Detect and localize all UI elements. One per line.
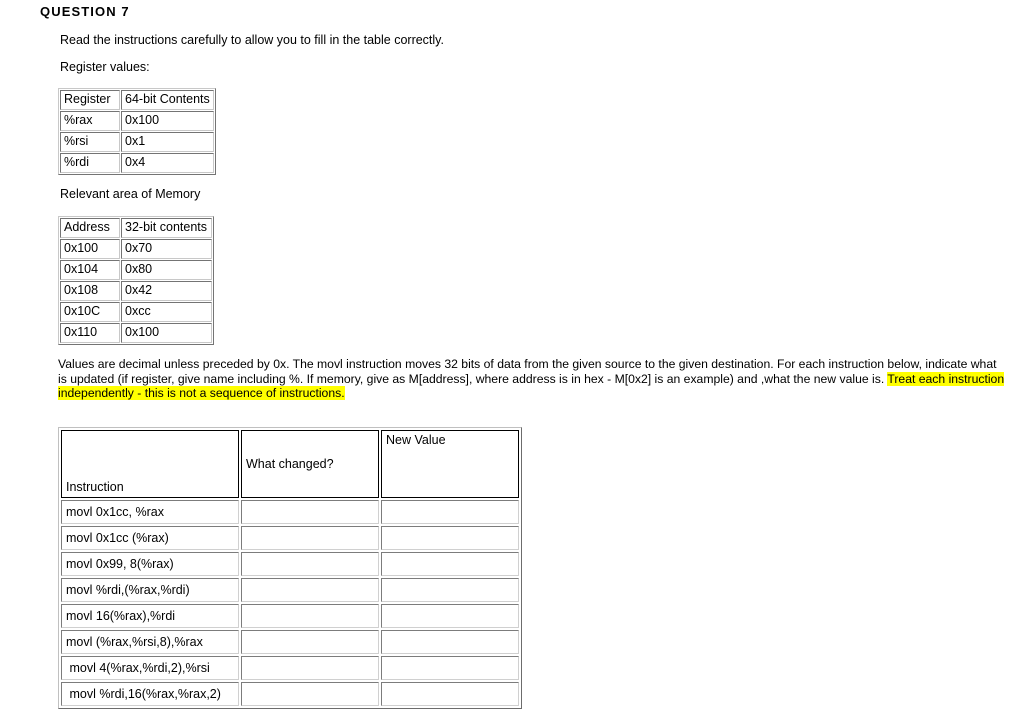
instruction-cell: movl 0x1cc (%rax) bbox=[61, 526, 239, 550]
register-values-table: Register 64-bit Contents %rax 0x100 %rsi… bbox=[58, 88, 216, 175]
new-value-cell[interactable] bbox=[381, 500, 519, 524]
register-values-label: Register values: bbox=[60, 60, 150, 74]
table-row: movl 4(%rax,%rdi,2),%rsi bbox=[61, 656, 519, 680]
register-value: 0x100 bbox=[121, 111, 214, 131]
instruction-cell: movl (%rax,%rsi,8),%rax bbox=[61, 630, 239, 654]
register-name: %rsi bbox=[60, 132, 120, 152]
what-changed-cell[interactable] bbox=[241, 552, 379, 576]
memory-value: 0xcc bbox=[121, 302, 212, 322]
instructions-text: Read the instructions carefully to allow… bbox=[60, 33, 444, 47]
what-changed-cell[interactable] bbox=[241, 526, 379, 550]
register-name: %rdi bbox=[60, 153, 120, 173]
table-row: movl (%rax,%rsi,8),%rax bbox=[61, 630, 519, 654]
table-row: movl 0x99, 8(%rax) bbox=[61, 552, 519, 576]
what-changed-cell[interactable] bbox=[241, 682, 379, 706]
what-changed-cell[interactable] bbox=[241, 500, 379, 524]
register-table-body: Register 64-bit Contents %rax 0x100 %rsi… bbox=[60, 90, 214, 173]
what-changed-cell[interactable] bbox=[241, 604, 379, 628]
instruction-cell: movl 0x1cc, %rax bbox=[61, 500, 239, 524]
memory-address: 0x110 bbox=[60, 323, 120, 343]
new-value-cell[interactable] bbox=[381, 578, 519, 602]
what-changed-cell[interactable] bbox=[241, 630, 379, 654]
table-row: %rax 0x100 bbox=[60, 111, 214, 131]
table-row: 0x10C 0xcc bbox=[60, 302, 212, 322]
instruction-cell: movl %rdi,16(%rax,%rax,2) bbox=[61, 682, 239, 706]
memory-address: 0x104 bbox=[60, 260, 120, 280]
register-name: %rax bbox=[60, 111, 120, 131]
instruction-cell: movl 0x99, 8(%rax) bbox=[61, 552, 239, 576]
new-value-cell[interactable] bbox=[381, 656, 519, 680]
table-row: movl 0x1cc (%rax) bbox=[61, 526, 519, 550]
table-row: movl %rdi,(%rax,%rdi) bbox=[61, 578, 519, 602]
instruction-cell: movl 4(%rax,%rdi,2),%rsi bbox=[61, 656, 239, 680]
register-value: 0x1 bbox=[121, 132, 214, 152]
memory-contents-table: Address 32-bit contents 0x100 0x70 0x104… bbox=[58, 216, 214, 345]
answer-table-body: Instruction What changed? New Value movl… bbox=[61, 430, 519, 706]
register-value: 0x4 bbox=[121, 153, 214, 173]
table-row: 0x100 0x70 bbox=[60, 239, 212, 259]
memory-header-address: Address bbox=[60, 218, 120, 238]
register-header-register: Register bbox=[60, 90, 120, 110]
table-row: movl 0x1cc, %rax bbox=[61, 500, 519, 524]
instruction-cell: movl %rdi,(%rax,%rdi) bbox=[61, 578, 239, 602]
table-row: Address 32-bit contents bbox=[60, 218, 212, 238]
register-header-contents: 64-bit Contents bbox=[121, 90, 214, 110]
question-page: QUESTION 7 Read the instructions careful… bbox=[0, 0, 1024, 709]
table-row: 0x110 0x100 bbox=[60, 323, 212, 343]
new-value-cell[interactable] bbox=[381, 630, 519, 654]
memory-header-contents: 32-bit contents bbox=[121, 218, 212, 238]
table-row: 0x104 0x80 bbox=[60, 260, 212, 280]
memory-address: 0x108 bbox=[60, 281, 120, 301]
memory-value: 0x70 bbox=[121, 239, 212, 259]
new-value-cell[interactable] bbox=[381, 526, 519, 550]
table-row: movl 16(%rax),%rdi bbox=[61, 604, 519, 628]
memory-table-body: Address 32-bit contents 0x100 0x70 0x104… bbox=[60, 218, 212, 343]
answer-header-new-value: New Value bbox=[381, 430, 519, 498]
table-row: 0x108 0x42 bbox=[60, 281, 212, 301]
answer-table: Instruction What changed? New Value movl… bbox=[58, 427, 522, 709]
instruction-cell: movl 16(%rax),%rdi bbox=[61, 604, 239, 628]
memory-value: 0x100 bbox=[121, 323, 212, 343]
memory-address: 0x10C bbox=[60, 302, 120, 322]
instructions-paragraph: Values are decimal unless preceded by 0x… bbox=[58, 357, 1006, 401]
what-changed-cell[interactable] bbox=[241, 656, 379, 680]
memory-value: 0x80 bbox=[121, 260, 212, 280]
memory-section-label: Relevant area of Memory bbox=[60, 187, 201, 201]
new-value-cell[interactable] bbox=[381, 552, 519, 576]
answer-header-instruction: Instruction bbox=[61, 430, 239, 498]
answer-header-what-changed: What changed? bbox=[241, 430, 379, 498]
table-row: %rdi 0x4 bbox=[60, 153, 214, 173]
table-row: Register 64-bit Contents bbox=[60, 90, 214, 110]
table-row: movl %rdi,16(%rax,%rax,2) bbox=[61, 682, 519, 706]
new-value-cell[interactable] bbox=[381, 604, 519, 628]
what-changed-cell[interactable] bbox=[241, 578, 379, 602]
table-header-row: Instruction What changed? New Value bbox=[61, 430, 519, 498]
memory-address: 0x100 bbox=[60, 239, 120, 259]
paragraph-text: Values are decimal unless preceded by 0x… bbox=[58, 357, 997, 386]
page-title: QUESTION 7 bbox=[40, 4, 130, 19]
memory-value: 0x42 bbox=[121, 281, 212, 301]
new-value-cell[interactable] bbox=[381, 682, 519, 706]
table-row: %rsi 0x1 bbox=[60, 132, 214, 152]
